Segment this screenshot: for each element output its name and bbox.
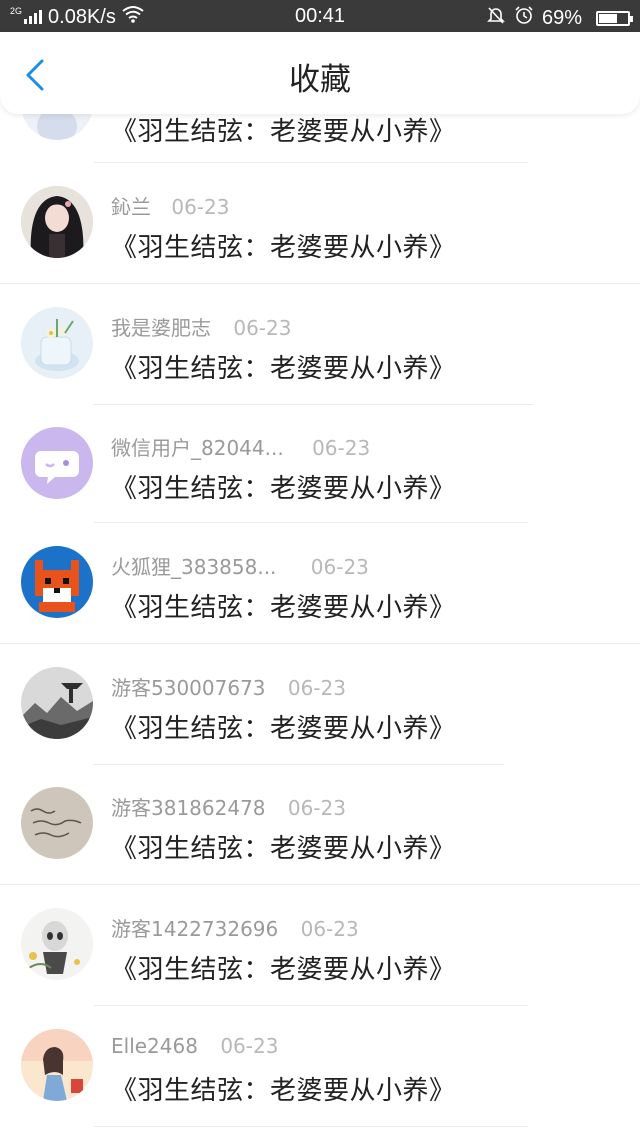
avatar[interactable] — [21, 667, 93, 739]
avatar[interactable] — [21, 546, 93, 618]
item-date: 06-23 — [310, 555, 369, 579]
battery-level — [599, 13, 617, 23]
user-name: 游客1422732696 — [111, 917, 279, 941]
item-meta: 游客530007673 06-23 — [111, 672, 346, 701]
list-item[interactable]: 火狐狸_383858... 06-23 《羽生结弦：老婆要从小养》 — [0, 523, 640, 644]
item-date: 06-23 — [233, 316, 292, 340]
user-name: 游客530007673 — [111, 676, 266, 700]
item-meta: 游客1422732696 06-23 — [111, 913, 359, 942]
article-title[interactable]: 《羽生结弦：老婆要从小养》 — [111, 111, 456, 148]
article-title[interactable]: 《羽生结弦：老婆要从小养》 — [111, 468, 456, 505]
battery-percent: 69% — [541, 6, 582, 29]
item-date: 06-23 — [171, 195, 230, 219]
item-meta: 火狐狸_383858... 06-23 — [111, 551, 369, 580]
status-bar: 2G 0.08K/s 00:41 69% — [0, 0, 640, 32]
list-item[interactable]: 游客530007673 06-23 《羽生结弦：老婆要从小养》 — [0, 644, 640, 765]
avatar[interactable] — [21, 787, 93, 859]
avatar[interactable] — [21, 186, 93, 258]
alarm-icon — [514, 5, 534, 31]
item-date: 06-23 — [287, 676, 347, 700]
item-date: 06-23 — [220, 1034, 279, 1058]
article-title[interactable]: 《羽生结弦：老婆要从小养》 — [111, 949, 456, 986]
divider — [94, 1126, 528, 1127]
list-item[interactable]: 微信用户_82044... 06-23 《羽生结弦：老婆要从小养》 — [0, 404, 640, 524]
item-date: 06-23 — [300, 917, 359, 941]
battery-icon — [596, 10, 633, 26]
user-name: Elle2468 — [111, 1034, 198, 1058]
article-title[interactable]: 《羽生结弦：老婆要从小养》 — [111, 348, 456, 385]
item-meta: Elle2468 06-23 — [111, 1034, 278, 1058]
avatar[interactable] — [21, 427, 93, 499]
user-name: 鈊兰 — [111, 195, 151, 219]
item-date: 06-23 — [287, 796, 347, 820]
user-name: 游客381862478 — [111, 796, 266, 820]
item-meta: 微信用户_82044... 06-23 — [111, 432, 370, 461]
user-name: 微信用户_82044... — [111, 436, 284, 460]
item-date: 06-23 — [312, 436, 371, 460]
article-title[interactable]: 《羽生结弦：老婆要从小养》 — [111, 587, 456, 624]
avatar[interactable] — [21, 1029, 93, 1101]
item-meta: 游客381862478 06-23 — [111, 792, 346, 821]
article-title[interactable]: 《羽生结弦：老婆要从小养》 — [111, 828, 456, 865]
item-meta: 鈊兰 06-23 — [111, 191, 229, 220]
page-title: 收藏 — [289, 62, 351, 98]
item-meta: 我是婆肥志 06-23 — [111, 312, 291, 341]
article-title[interactable]: 《羽生结弦：老婆要从小养》 — [111, 1070, 456, 1107]
article-title[interactable]: 《羽生结弦：老婆要从小养》 — [111, 227, 456, 264]
mute-bell-icon — [486, 5, 506, 31]
status-right: 69% — [486, 5, 633, 31]
avatar[interactable] — [21, 307, 93, 379]
list-item[interactable]: Elle2468 06-23 《羽生结弦：老婆要从小养》 — [0, 1006, 640, 1127]
article-title[interactable]: 《羽生结弦：老婆要从小养》 — [111, 708, 456, 745]
user-name: 我是婆肥志 — [111, 316, 211, 340]
favorites-list[interactable]: 《羽生结弦：老婆要从小养》 鈊兰 06-23 《羽生结弦：老婆要从小养》 我是婆… — [0, 0, 640, 1138]
avatar[interactable] — [21, 908, 93, 980]
user-name: 火狐狸_383858... — [111, 555, 277, 579]
list-item[interactable]: 游客1422732696 06-23 《羽生结弦：老婆要从小养》 — [0, 885, 640, 1006]
list-item[interactable]: 我是婆肥志 06-23 《羽生结弦：老婆要从小养》 — [0, 284, 640, 405]
nav-bar: 收藏 — [0, 32, 640, 114]
list-item[interactable]: 游客381862478 06-23 《羽生结弦：老婆要从小养》 — [0, 764, 640, 885]
list-item[interactable]: 鈊兰 06-23 《羽生结弦：老婆要从小养》 — [0, 163, 640, 284]
